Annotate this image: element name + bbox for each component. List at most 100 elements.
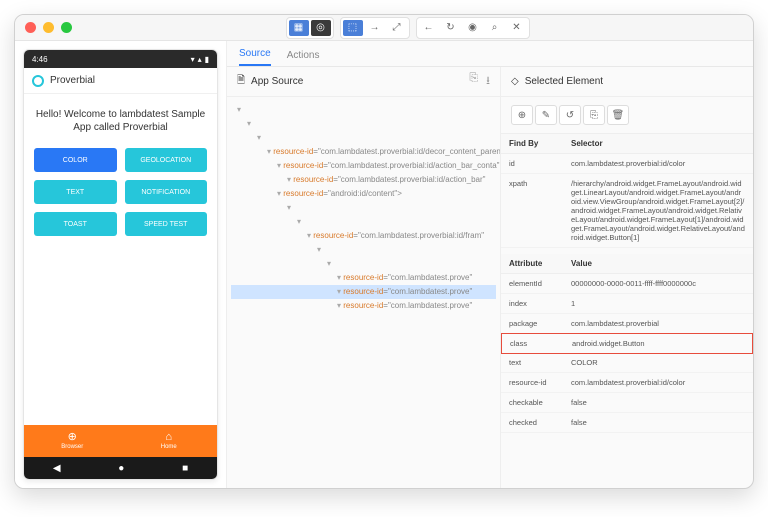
window-controls xyxy=(25,22,72,33)
attributes-table: Attribute Value elementId00000000-0000-0… xyxy=(501,254,753,433)
element-actions-row: ⊕ ✎ ↺ ⎘ 🗑 xyxy=(501,97,753,134)
tree-node[interactable]: ▾ xyxy=(231,201,496,215)
clear-icon[interactable]: ↺ xyxy=(559,105,581,125)
tree-node[interactable]: ▾ xyxy=(231,257,496,271)
inspector-column: Source Actions 🗎 App Source ⎘ ⭳ xyxy=(227,41,753,488)
table-row[interactable]: classandroid.widget.Button xyxy=(501,333,753,354)
table-row[interactable]: resource-idcom.lambdatest.proverbial:id/… xyxy=(501,373,753,393)
color-button[interactable]: COLOR xyxy=(34,148,117,172)
button-grid: COLOR GEOLOCATION TEXT NOTIFICATION TOAS… xyxy=(34,148,207,236)
search-icon[interactable]: ⌕ xyxy=(485,20,505,36)
table-row[interactable]: idcom.lambdatest.proverbial:id/color xyxy=(501,154,753,174)
signal-icon: ▴ xyxy=(198,55,202,64)
element-panel-head: ◇ Selected Element xyxy=(501,67,753,97)
target-tool-icon[interactable]: ◎ xyxy=(311,20,331,36)
table-row[interactable]: index1 xyxy=(501,294,753,314)
copy-attrs-icon[interactable]: ⎘ xyxy=(583,105,605,125)
app-window: ▦ ◎ ⬚ → ⤢ ← ↻ ◉ ⌕ ✕ 4:46 ▾ xyxy=(14,14,754,489)
tree-node[interactable]: ▾ xyxy=(231,117,496,131)
app-logo-icon xyxy=(32,75,44,87)
attribute-header: Attribute xyxy=(501,254,563,273)
source-panel: 🗎 App Source ⎘ ⭳ ▾ ▾ ▾ ▾ resource-id="co… xyxy=(227,67,501,488)
app-body: Hello! Welcome to lambdatest Sample App … xyxy=(24,94,217,425)
main-content: 4:46 ▾ ▴ ▮ Proverbial Hello! Welcome to … xyxy=(15,41,753,488)
selector-table: Find By Selector idcom.lambdatest.prover… xyxy=(501,134,753,248)
battery-icon: ▮ xyxy=(205,55,209,64)
tree-node[interactable]: ▾ resource-id="com.lambdatest.proverbial… xyxy=(231,173,496,187)
home-key[interactable]: ● xyxy=(118,463,124,474)
close-window[interactable] xyxy=(25,22,36,33)
tab-actions[interactable]: Actions xyxy=(287,50,320,66)
selector-header: Selector xyxy=(563,134,753,153)
minimize-window[interactable] xyxy=(43,22,54,33)
source-panel-head: 🗎 App Source ⎘ ⭳ xyxy=(227,67,500,97)
grid-tool-icon[interactable]: ▦ xyxy=(289,20,309,36)
eye-icon[interactable]: ◉ xyxy=(463,20,483,36)
value-header: Value xyxy=(563,254,753,273)
tree-node[interactable]: ▾ resource-id="com.lambdatest.prove" xyxy=(231,285,496,299)
table-row[interactable]: xpath/hierarchy/android.widget.FrameLayo… xyxy=(501,174,753,248)
app-title: Proverbial xyxy=(50,75,95,86)
source-tree[interactable]: ▾ ▾ ▾ ▾ resource-id="com.lambdatest.prov… xyxy=(227,97,500,488)
device-statusbar: 4:46 ▾ ▴ ▮ xyxy=(24,50,217,68)
maximize-window[interactable] xyxy=(61,22,72,33)
panels: 🗎 App Source ⎘ ⭳ ▾ ▾ ▾ ▾ resource-id="co… xyxy=(227,67,753,488)
download-icon[interactable]: ⭳ xyxy=(486,72,490,91)
send-keys-icon[interactable]: ✎ xyxy=(535,105,557,125)
element-details-scroll[interactable]: Find By Selector idcom.lambdatest.prover… xyxy=(501,134,753,488)
table-row[interactable]: checkablefalse xyxy=(501,393,753,413)
document-icon: 🗎 xyxy=(237,73,245,90)
delete-icon[interactable]: 🗑 xyxy=(607,105,629,125)
tap-tool-icon[interactable]: ⤢ xyxy=(387,20,407,36)
diamond-icon: ◇ xyxy=(511,76,519,87)
device-column: 4:46 ▾ ▴ ▮ Proverbial Hello! Welcome to … xyxy=(15,41,227,488)
toast-button[interactable]: TOAST xyxy=(34,212,117,236)
table-row[interactable]: checkedfalse xyxy=(501,413,753,433)
nav-browser[interactable]: ⊕ Browser xyxy=(24,425,121,457)
back-key[interactable]: ◀ xyxy=(53,463,61,474)
browser-icon: ⊕ xyxy=(68,432,77,443)
swipe-tool-icon[interactable]: → xyxy=(365,20,385,36)
tree-node[interactable]: ▾ resource-id="com.lambdatest.prove" xyxy=(231,271,496,285)
home-icon: ⌂ xyxy=(165,432,172,443)
copy-icon[interactable]: ⎘ xyxy=(469,72,478,91)
nav-home[interactable]: ⌂ Home xyxy=(121,425,218,457)
table-row[interactable]: packagecom.lambdatest.proverbial xyxy=(501,314,753,334)
geolocation-button[interactable]: GEOLOCATION xyxy=(125,148,208,172)
refresh-icon[interactable]: ↻ xyxy=(441,20,461,36)
select-tool-icon[interactable]: ⬚ xyxy=(343,20,363,36)
tree-node[interactable]: ▾ resource-id="com.lambdatest.prove" xyxy=(231,299,496,313)
recent-key[interactable]: ■ xyxy=(182,463,188,474)
tree-node[interactable]: ▾ resource-id="com.lambdatest.proverbial… xyxy=(231,159,496,173)
tree-node[interactable]: ▾ resource-id="com.lambdatest.proverbial… xyxy=(231,229,496,243)
element-title: Selected Element xyxy=(525,76,603,87)
text-button[interactable]: TEXT xyxy=(34,180,117,204)
tab-source[interactable]: Source xyxy=(239,48,271,66)
close-icon[interactable]: ✕ xyxy=(507,20,527,36)
source-title: App Source xyxy=(251,76,303,87)
tap-action-icon[interactable]: ⊕ xyxy=(511,105,533,125)
findby-header: Find By xyxy=(501,134,563,153)
speedtest-button[interactable]: SPEED TEST xyxy=(125,212,208,236)
tree-node[interactable]: ▾ xyxy=(231,215,496,229)
back-icon[interactable]: ← xyxy=(419,20,439,36)
wifi-icon: ▾ xyxy=(191,55,195,64)
tree-node[interactable]: ▾ resource-id="android:id/content"> xyxy=(231,187,496,201)
table-row[interactable]: elementId00000000-0000-0011-ffff-ffff000… xyxy=(501,274,753,294)
titlebar: ▦ ◎ ⬚ → ⤢ ← ↻ ◉ ⌕ ✕ xyxy=(15,15,753,41)
table-row[interactable]: textCOLOR xyxy=(501,353,753,373)
tree-node[interactable]: ▾ xyxy=(231,103,496,117)
device-time: 4:46 xyxy=(32,55,48,64)
tree-node[interactable]: ▾ xyxy=(231,131,496,145)
android-softkeys: ◀ ● ■ xyxy=(24,457,217,479)
main-toolbar: ▦ ◎ ⬚ → ⤢ ← ↻ ◉ ⌕ ✕ xyxy=(72,17,743,39)
inspector-tabs: Source Actions xyxy=(227,41,753,67)
device-frame: 4:46 ▾ ▴ ▮ Proverbial Hello! Welcome to … xyxy=(23,49,218,480)
notification-button[interactable]: NOTIFICATION xyxy=(125,180,208,204)
app-header: Proverbial xyxy=(24,68,217,94)
tree-node[interactable]: ▾ xyxy=(231,243,496,257)
status-icons: ▾ ▴ ▮ xyxy=(191,55,209,64)
bottom-nav: ⊕ Browser ⌂ Home xyxy=(24,425,217,457)
tree-node[interactable]: ▾ resource-id="com.lambdatest.proverbial… xyxy=(231,145,496,159)
welcome-text: Hello! Welcome to lambdatest Sample App … xyxy=(34,108,207,134)
